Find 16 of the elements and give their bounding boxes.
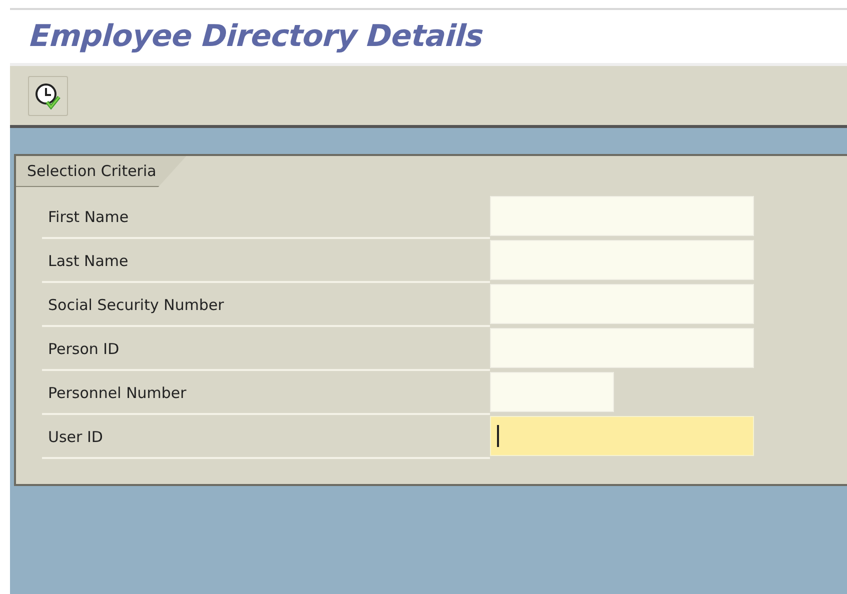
- field-label: User ID: [47, 428, 103, 446]
- text-cursor: [497, 425, 499, 447]
- execute-button[interactable]: [28, 76, 68, 116]
- input-field[interactable]: [490, 196, 754, 236]
- input-field[interactable]: [490, 328, 754, 368]
- field-label: Last Name: [47, 252, 128, 270]
- input-field[interactable]: [490, 240, 754, 280]
- clock-check-icon: [34, 82, 62, 110]
- input-field[interactable]: [490, 416, 754, 456]
- field-label: Personnel Number: [47, 384, 186, 402]
- field-label: Person ID: [47, 340, 120, 358]
- input-field[interactable]: [490, 284, 754, 324]
- input-field[interactable]: [490, 372, 614, 412]
- field-label: First Name: [47, 208, 129, 226]
- group-title: Selection Criteria: [16, 156, 186, 187]
- field-label: Social Security Number: [47, 296, 224, 314]
